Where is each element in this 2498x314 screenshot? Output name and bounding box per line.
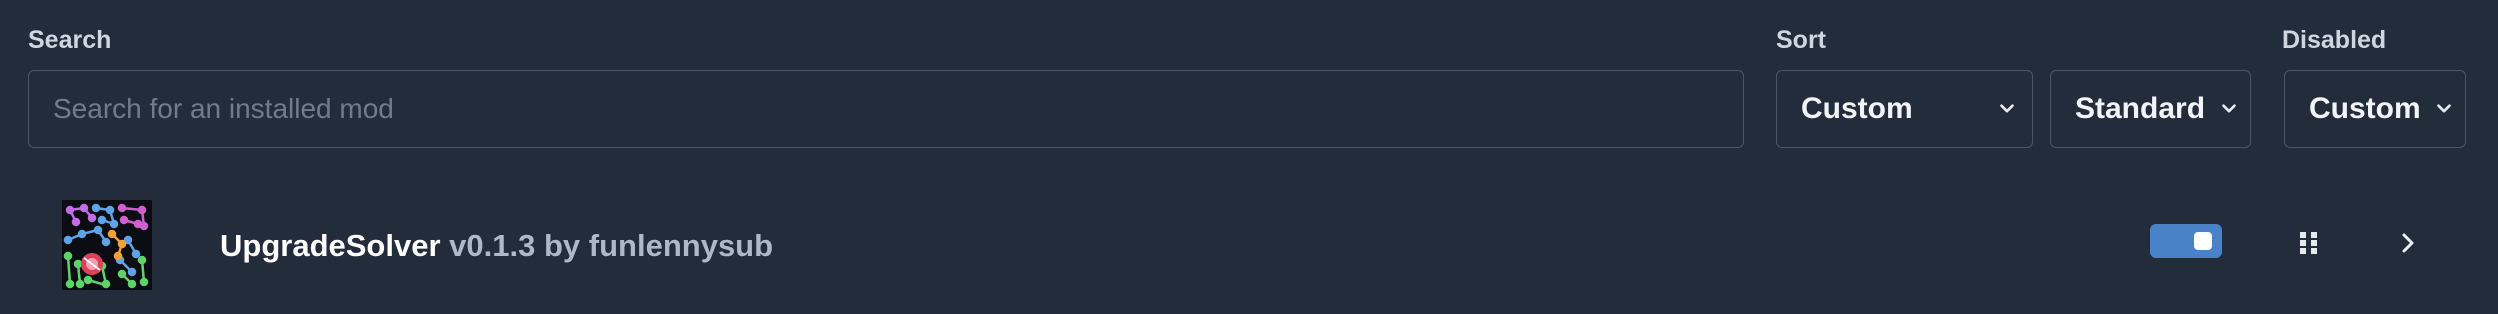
disabled-select-value: Custom: [2309, 92, 2421, 125]
sort-select[interactable]: Custom: [1776, 70, 2033, 148]
mod-manager-panel: Search Sort Custom Standard Disabled Cus…: [0, 0, 2498, 314]
mod-name: UpgradeSolver: [220, 228, 441, 263]
disabled-label: Disabled: [2282, 26, 2387, 54]
mod-by-label: by: [543, 228, 581, 263]
mod-author: funlennysub: [588, 228, 774, 263]
drag-handle-icon[interactable]: [2298, 230, 2320, 256]
chevron-down-icon: [2222, 104, 2236, 113]
sort-order-value: Standard: [2075, 92, 2206, 125]
mod-enable-toggle[interactable]: [2150, 224, 2222, 258]
search-input[interactable]: [29, 71, 1743, 147]
toggle-knob: [2194, 232, 2212, 250]
mod-thumbnail-icon: [62, 200, 152, 290]
sort-label: Sort: [1776, 26, 1826, 54]
search-box: [28, 70, 1744, 148]
disabled-select[interactable]: Custom: [2284, 70, 2466, 148]
sort-order-select[interactable]: Standard: [2050, 70, 2251, 148]
sort-select-value: Custom: [1801, 92, 1913, 125]
chevron-down-icon: [2000, 104, 2014, 113]
search-label: Search: [28, 26, 112, 54]
mod-list-item[interactable]: UpgradeSolver v0.1.3 by funlennysub: [0, 176, 2498, 314]
chevron-right-icon[interactable]: [2396, 230, 2420, 256]
chevron-down-icon: [2437, 104, 2451, 113]
mod-version: v0.1.3: [449, 228, 536, 263]
mod-title: UpgradeSolver v0.1.3 by funlennysub: [220, 228, 773, 264]
